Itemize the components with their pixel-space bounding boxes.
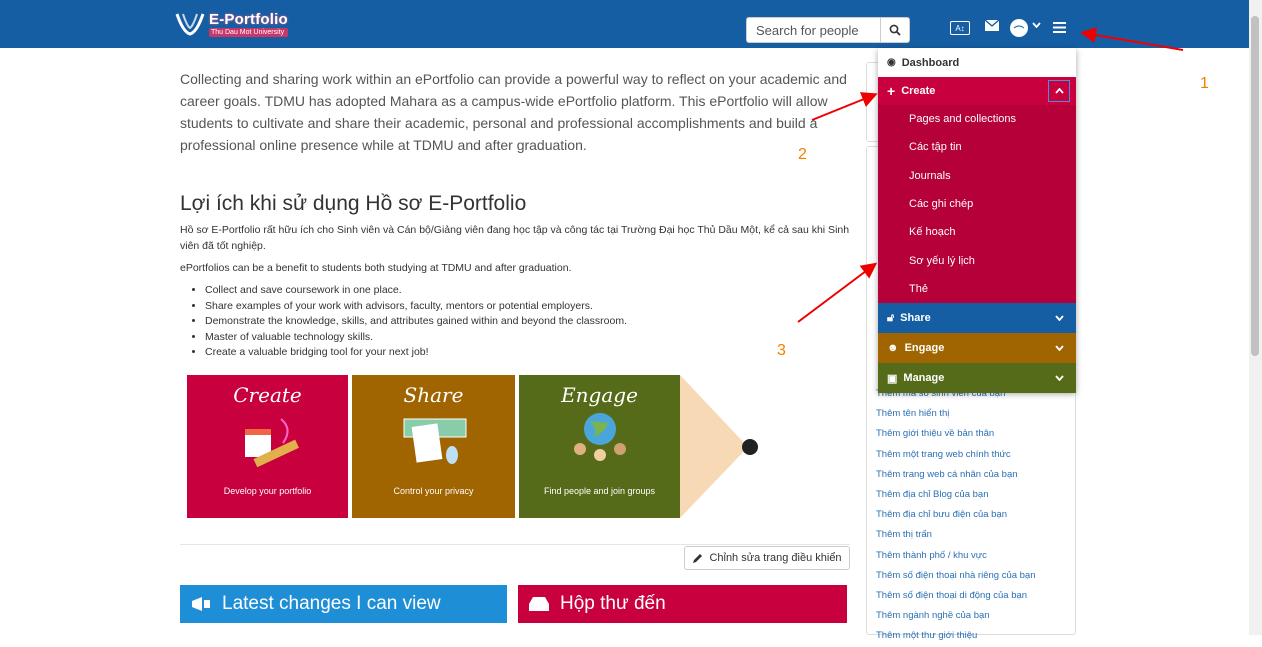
arrow-to-menu	[1080, 27, 1184, 51]
scrollbar-thumb[interactable]	[1251, 16, 1259, 356]
arrow-to-resume	[797, 262, 878, 323]
annotation-number-2: 2	[798, 146, 807, 163]
annotation-arrows	[797, 27, 1184, 323]
arrow-to-create	[811, 92, 878, 121]
annotation-number-1: 1	[1200, 75, 1209, 92]
annotation-number-3: 3	[777, 342, 786, 359]
